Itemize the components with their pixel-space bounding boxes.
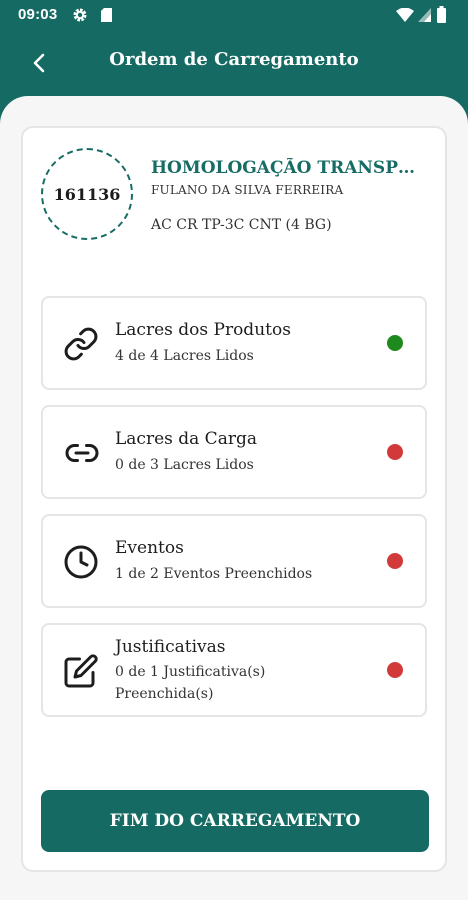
order-number-badge: 161136 xyxy=(41,148,133,240)
item-title: Lacres dos Produtos xyxy=(115,320,291,340)
signal-icon xyxy=(418,8,431,22)
item-justificativas[interactable]: Justificativas 0 de 1 Justificativa(s) P… xyxy=(41,623,427,717)
driver-name: FULANO DA SILVA FERREIRA xyxy=(151,183,344,197)
finish-loading-button[interactable]: FIM DO CARREGAMENTO xyxy=(41,790,429,852)
order-card: 161136 HOMOLOGAÇÃO TRANSPOR... FULANO DA… xyxy=(21,126,447,872)
content-sheet: 161136 HOMOLOGAÇÃO TRANSPOR... FULANO DA… xyxy=(0,96,468,900)
status-dot-pending xyxy=(387,662,403,678)
status-dot-pending xyxy=(387,553,403,569)
item-subtitle: 1 de 2 Eventos Preenchidos xyxy=(115,566,313,582)
company-name: HOMOLOGAÇÃO TRANSPOR... xyxy=(151,158,427,178)
item-subtitle: 0 de 1 Justificativa(s) Preenchida(s) xyxy=(115,664,266,702)
item-lacres-produtos[interactable]: Lacres dos Produtos 4 de 4 Lacres Lidos xyxy=(41,296,427,390)
status-bar: 09:03 xyxy=(0,0,468,30)
item-title: Eventos xyxy=(115,538,184,558)
item-subtitle: 0 de 3 Lacres Lidos xyxy=(115,457,254,473)
status-dot-complete xyxy=(387,335,403,351)
item-lacres-carga[interactable]: Lacres da Carga 0 de 3 Lacres Lidos xyxy=(41,405,427,499)
item-eventos[interactable]: Eventos 1 de 2 Eventos Preenchidos xyxy=(41,514,427,608)
sd-card-icon xyxy=(101,8,112,22)
clock-icon xyxy=(64,545,98,579)
edit-icon xyxy=(64,654,98,688)
gear-icon xyxy=(73,8,87,22)
battery-icon xyxy=(437,6,446,23)
link-horizontal-icon xyxy=(65,444,99,462)
link-icon xyxy=(64,327,98,361)
status-dot-pending xyxy=(387,444,403,460)
item-title: Lacres da Carga xyxy=(115,429,257,449)
item-title: Justificativas xyxy=(115,637,226,657)
page-title: Ordem de Carregamento xyxy=(109,49,359,70)
wifi-icon xyxy=(396,8,414,22)
status-time: 09:03 xyxy=(18,6,58,23)
vehicle-info: AC CR TP-3C CNT (4 BG) xyxy=(151,217,332,233)
item-subtitle: 4 de 4 Lacres Lidos xyxy=(115,348,254,364)
app-bar: Ordem de Carregamento xyxy=(0,30,468,96)
order-number: 161136 xyxy=(53,184,121,204)
